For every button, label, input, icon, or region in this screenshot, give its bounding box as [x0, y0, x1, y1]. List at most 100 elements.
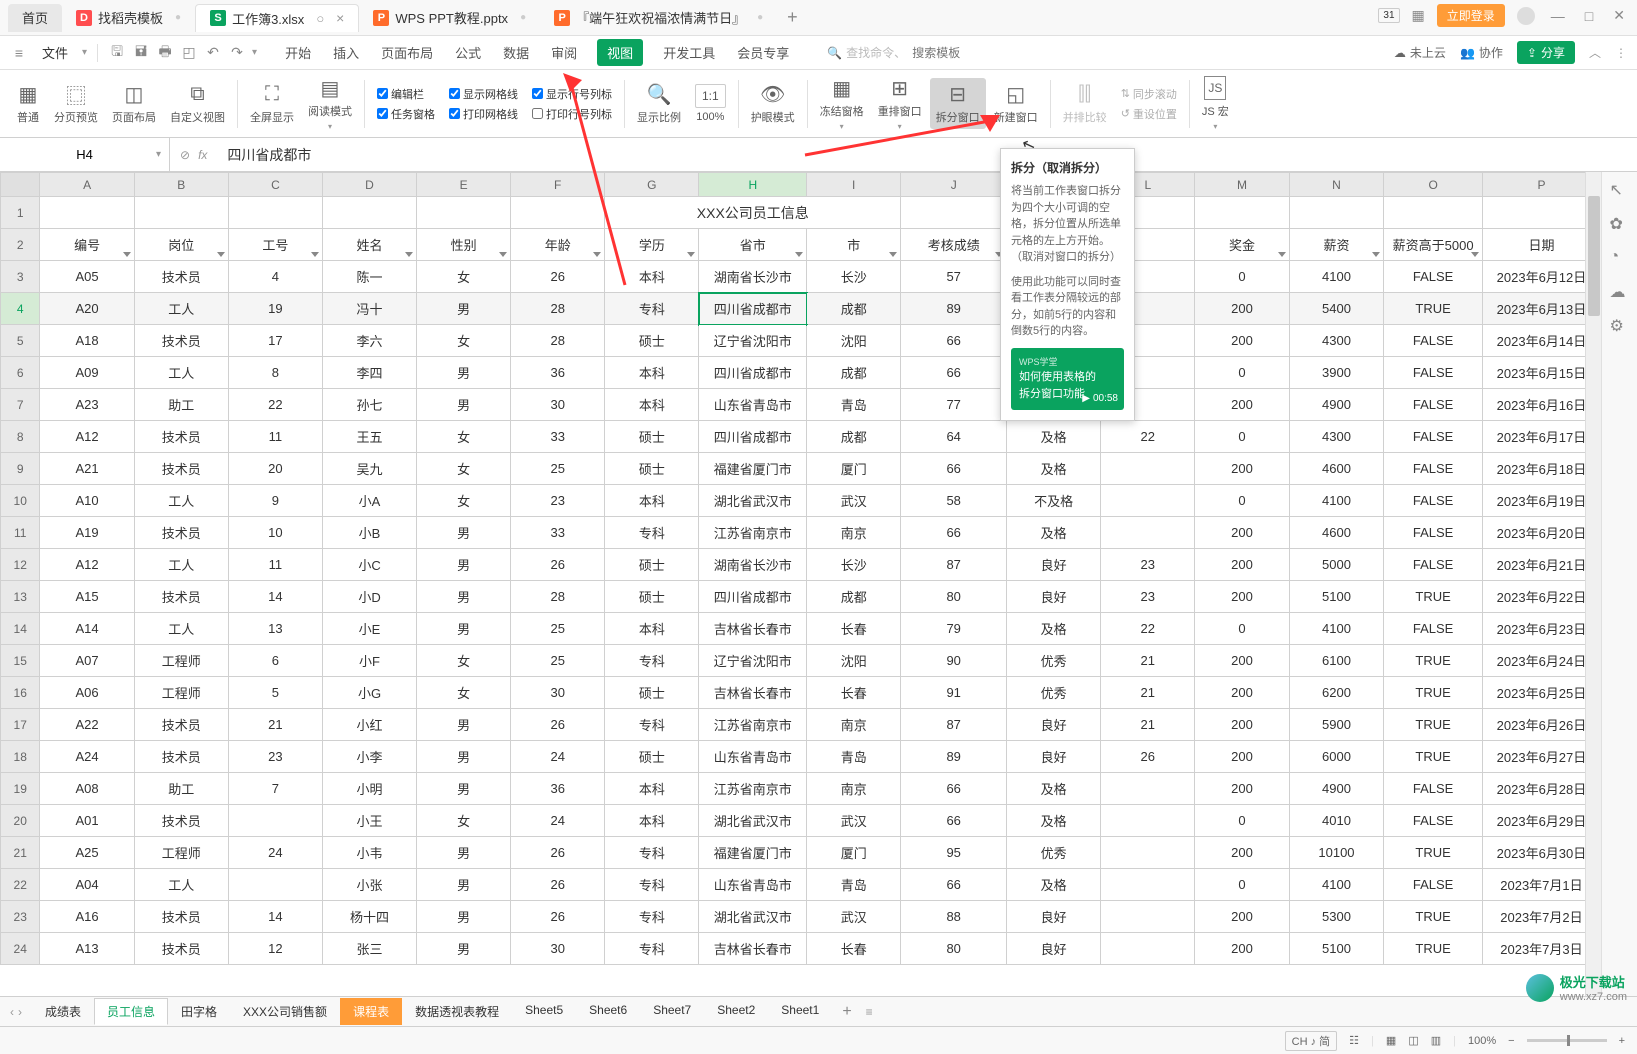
cell[interactable]: 女: [417, 485, 511, 517]
cell[interactable]: 2023年6月14日: [1482, 325, 1600, 357]
cell[interactable]: 2023年6月27日: [1482, 741, 1600, 773]
cell[interactable]: 5100: [1289, 933, 1384, 965]
zoom-button[interactable]: 🔍显示比例: [631, 78, 687, 129]
header-cell[interactable]: 年龄: [511, 229, 605, 261]
cell[interactable]: [1101, 517, 1195, 549]
cell[interactable]: 技术员: [134, 421, 228, 453]
column-header-E[interactable]: E: [417, 173, 511, 197]
cell[interactable]: FALSE: [1384, 421, 1483, 453]
login-button[interactable]: 立即登录: [1437, 4, 1505, 27]
cell[interactable]: 技术员: [134, 517, 228, 549]
cell[interactable]: 青岛: [807, 389, 901, 421]
cell[interactable]: [228, 869, 322, 901]
cell[interactable]: 南京: [807, 517, 901, 549]
headings-checkbox[interactable]: 显示行号列标: [532, 86, 612, 102]
cell[interactable]: A18: [40, 325, 134, 357]
document-tab[interactable]: D找稻壳模板●: [62, 4, 195, 32]
filter-dropdown-icon[interactable]: [593, 252, 601, 257]
cloud-status[interactable]: ☁未上云: [1394, 44, 1446, 61]
cell[interactable]: 武汉: [807, 901, 901, 933]
cell[interactable]: 66: [901, 773, 1007, 805]
new-window-button[interactable]: ◱新建窗口: [988, 78, 1044, 129]
cell[interactable]: 工人: [134, 293, 228, 325]
cell[interactable]: [1482, 197, 1600, 229]
cell[interactable]: 辽宁省沈阳市: [699, 325, 807, 357]
header-cell[interactable]: 奖金: [1195, 229, 1289, 261]
cell[interactable]: 200: [1195, 837, 1289, 869]
cell[interactable]: 辽宁省沈阳市: [699, 645, 807, 677]
cell[interactable]: A23: [40, 389, 134, 421]
cell[interactable]: 6: [228, 645, 322, 677]
row-header-2[interactable]: 2: [1, 229, 40, 261]
cell[interactable]: 57: [901, 261, 1007, 293]
cell[interactable]: 孙七: [322, 389, 416, 421]
cancel-icon[interactable]: ⊘: [180, 148, 190, 162]
row-header-11[interactable]: 11: [1, 517, 40, 549]
cell[interactable]: 女: [417, 677, 511, 709]
cell[interactable]: 23: [228, 741, 322, 773]
cell[interactable]: 女: [417, 261, 511, 293]
cell[interactable]: 及格: [1007, 613, 1101, 645]
header-cell[interactable]: 工号: [228, 229, 322, 261]
cell[interactable]: 本科: [605, 805, 699, 837]
cell[interactable]: 2023年7月2日: [1482, 901, 1600, 933]
column-header-O[interactable]: O: [1384, 173, 1483, 197]
cell[interactable]: 男: [417, 549, 511, 581]
cell[interactable]: 0: [1195, 805, 1289, 837]
cell[interactable]: 陈一: [322, 261, 416, 293]
cell[interactable]: 厦门: [807, 837, 901, 869]
row-header-1[interactable]: 1: [1, 197, 40, 229]
cell[interactable]: 技术员: [134, 741, 228, 773]
cell[interactable]: A22: [40, 709, 134, 741]
cell[interactable]: 33: [511, 421, 605, 453]
cell[interactable]: A20: [40, 293, 134, 325]
cell[interactable]: A12: [40, 421, 134, 453]
cell[interactable]: 江苏省南京市: [699, 709, 807, 741]
cell[interactable]: 及格: [1007, 773, 1101, 805]
file-menu[interactable]: 文件: [34, 41, 76, 64]
zoom-out-button[interactable]: −: [1508, 1035, 1514, 1047]
cell[interactable]: 小明: [322, 773, 416, 805]
cell[interactable]: 江苏省南京市: [699, 517, 807, 549]
cell[interactable]: 200: [1195, 709, 1289, 741]
save-icon[interactable]: 🖫: [108, 44, 126, 62]
cell[interactable]: 2023年6月25日: [1482, 677, 1600, 709]
menu-tab-审阅[interactable]: 审阅: [549, 39, 579, 66]
row-header-20[interactable]: 20: [1, 805, 40, 837]
cell[interactable]: A25: [40, 837, 134, 869]
cell[interactable]: 5000: [1289, 549, 1384, 581]
cell[interactable]: 66: [901, 805, 1007, 837]
cell[interactable]: 24: [228, 837, 322, 869]
cell[interactable]: 12: [228, 933, 322, 965]
template-search-input[interactable]: [910, 44, 970, 62]
cell[interactable]: 5100: [1289, 581, 1384, 613]
cell[interactable]: 湖南省长沙市: [699, 261, 807, 293]
cell[interactable]: 良好: [1007, 901, 1101, 933]
sheet-tab[interactable]: Sheet2: [704, 998, 768, 1025]
column-header-G[interactable]: G: [605, 173, 699, 197]
page-break-preview-button[interactable]: ⿴分页预览: [48, 78, 104, 129]
cell[interactable]: 2023年6月30日: [1482, 837, 1600, 869]
coop-button[interactable]: 👥协作: [1460, 44, 1503, 61]
vertical-scrollbar[interactable]: [1585, 172, 1601, 996]
cell[interactable]: 0: [1195, 421, 1289, 453]
sheet-tab[interactable]: 成绩表: [32, 998, 94, 1025]
cell[interactable]: 26: [511, 709, 605, 741]
cell[interactable]: 3900: [1289, 357, 1384, 389]
cell[interactable]: 0: [1195, 869, 1289, 901]
column-header-D[interactable]: D: [322, 173, 416, 197]
cell[interactable]: FALSE: [1384, 357, 1483, 389]
menu-tab-视图[interactable]: 视图: [597, 39, 643, 66]
cell[interactable]: 9: [228, 485, 322, 517]
menu-tab-开发工具[interactable]: 开发工具: [661, 39, 717, 66]
cell[interactable]: 工程师: [134, 837, 228, 869]
cell[interactable]: 26: [1101, 741, 1195, 773]
cell-info-icon[interactable]: ☷: [1349, 1034, 1359, 1047]
cell[interactable]: [1101, 453, 1195, 485]
row-header-18[interactable]: 18: [1, 741, 40, 773]
cell[interactable]: 专科: [605, 869, 699, 901]
cell[interactable]: 4600: [1289, 517, 1384, 549]
cell[interactable]: 本科: [605, 357, 699, 389]
cell[interactable]: 男: [417, 773, 511, 805]
fullscreen-button[interactable]: ⛶全屏显示: [244, 78, 300, 129]
